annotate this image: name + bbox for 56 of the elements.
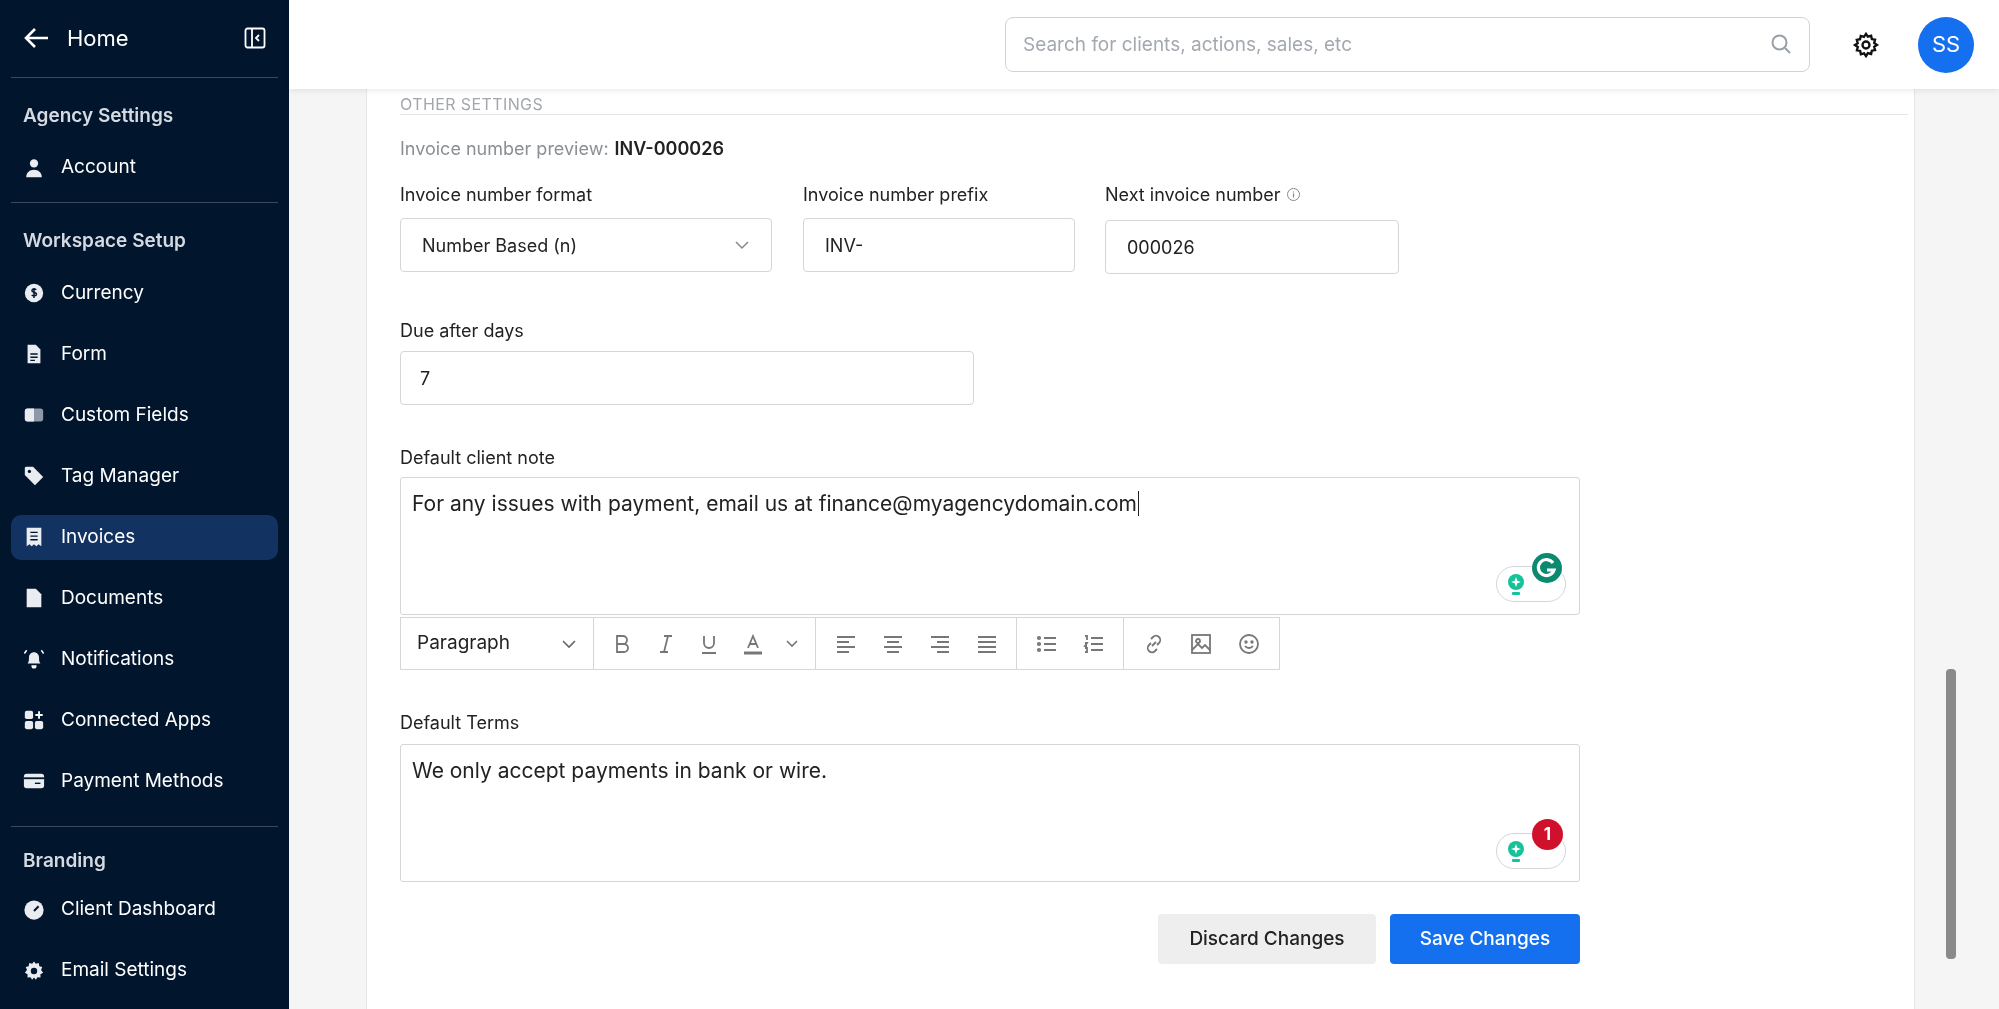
block-format-dropdown[interactable]: Paragraph [401, 618, 594, 669]
apps-icon [23, 709, 45, 731]
emoji-icon[interactable] [1237, 631, 1262, 656]
image-icon[interactable] [1189, 631, 1214, 656]
save-button[interactable]: Save Changes [1390, 914, 1580, 964]
user-icon [23, 156, 45, 179]
sidebar-item[interactable]: Currency [11, 270, 278, 316]
assistant-logo-icon[interactable] [1531, 552, 1563, 584]
sidebar-item[interactable]: Tag Manager [11, 453, 278, 499]
dollar-icon [23, 282, 45, 304]
sidebar-item[interactable]: Account [11, 145, 278, 190]
back-arrow-icon[interactable] [23, 27, 49, 50]
field-label: Default Terms [400, 711, 521, 735]
section-heading: Agency Settings [22, 102, 175, 129]
sidebar-item[interactable]: Custom Fields [11, 392, 278, 438]
sidebar-item[interactable]: Notifications [11, 636, 278, 682]
sidebar-item[interactable]: Email Settings [11, 948, 278, 993]
preview-value: INV-000026 [614, 137, 724, 161]
client-note-editor[interactable]: For any issues with payment, email us at finance@myagencydomain.com [400, 477, 1580, 615]
format-dropdown[interactable]: Number Based (n) [400, 218, 772, 272]
input-field[interactable]: 000026 [1105, 220, 1399, 274]
field-label: Due after days [400, 319, 525, 343]
notification-count: 1 [1532, 819, 1563, 850]
field-label: Invoice number format [400, 182, 593, 207]
field-label: Default client note [400, 446, 556, 470]
section-heading: Branding [22, 847, 107, 874]
sidebar-item[interactable]: Client Dashboard [11, 887, 278, 932]
preview-label: Invoice number preview: [400, 137, 609, 161]
sidebar-item[interactable]: Documents [11, 575, 278, 621]
sidebar-item[interactable]: Invoices [11, 514, 278, 560]
terms-editor[interactable]: We only accept payments in bank or wire. 1 [400, 744, 1580, 882]
settings-icon[interactable] [1852, 30, 1880, 59]
discard-button[interactable]: Discard Changes [1158, 914, 1376, 964]
gauge-icon [23, 898, 45, 921]
search-field[interactable]: Search for clients, actions, sales, etc [1005, 17, 1810, 72]
bell-icon [23, 648, 45, 670]
user-avatar[interactable]: SS [1918, 16, 1974, 73]
field-label: Next invoice number [1105, 182, 1281, 207]
gear-icon [23, 959, 45, 982]
tag-icon [23, 465, 45, 487]
section-title: OTHER SETTINGS [400, 96, 544, 112]
sidebar-item[interactable]: Form [11, 331, 278, 377]
caret-icon [734, 240, 750, 250]
field-label: Invoice number prefix [803, 182, 989, 207]
caret-icon[interactable] [785, 639, 800, 648]
bulb-icon[interactable] [1506, 573, 1526, 597]
bulb-icon[interactable] [1506, 840, 1526, 864]
sidebar-item[interactable]: Connected Apps [11, 697, 278, 743]
input-field[interactable]: INV- [803, 218, 1075, 272]
search-icon [1769, 32, 1793, 56]
home-link[interactable]: Home [67, 21, 244, 55]
caret-icon [561, 638, 577, 649]
input-field[interactable]: 7 [400, 351, 974, 405]
sidebar-collapse-icon[interactable] [244, 27, 266, 50]
sidebar-item[interactable]: Payment Methods [11, 758, 278, 804]
section-heading: Workspace Setup [22, 228, 187, 254]
